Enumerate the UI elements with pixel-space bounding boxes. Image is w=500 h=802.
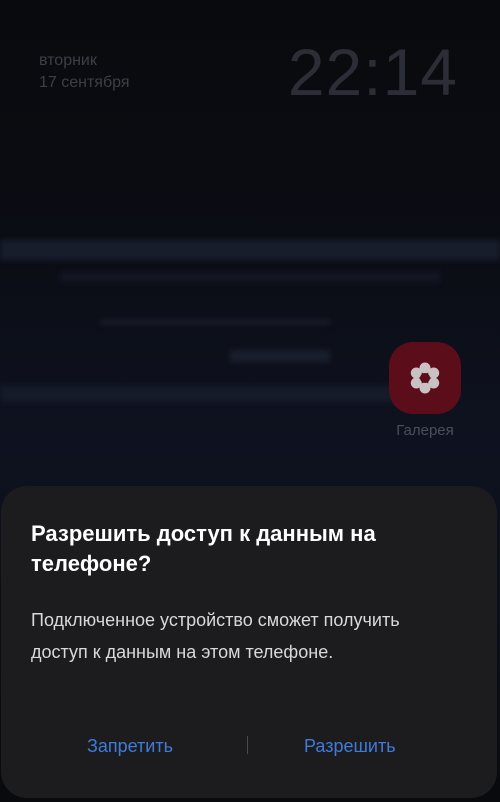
button-divider [247,736,248,754]
blurred-widget [60,272,440,282]
blurred-widget [230,350,330,362]
dialog-message: Подключенное устройство сможет получить … [31,610,400,662]
deny-button[interactable]: Запретить [81,732,179,761]
date-block: вторник 17 сентября [39,50,130,94]
blurred-widget [0,240,500,260]
dialog-title: Разрешить доступ к данным на телефоне? [31,521,376,576]
date-label: 17 сентября [39,74,130,91]
allow-button[interactable]: Разрешить [298,732,402,761]
gallery-app-label: Галерея [396,422,454,439]
clock: 22:14 [287,35,458,109]
gallery-app-icon [389,342,461,414]
weekday-label: вторник [39,52,97,69]
gallery-app[interactable]: Галерея [388,342,462,439]
blurred-widget [0,386,400,402]
blurred-widget [100,320,330,324]
permission-dialog: Разрешить доступ к данным на телефоне? П… [1,486,497,798]
flower-icon [410,362,440,394]
